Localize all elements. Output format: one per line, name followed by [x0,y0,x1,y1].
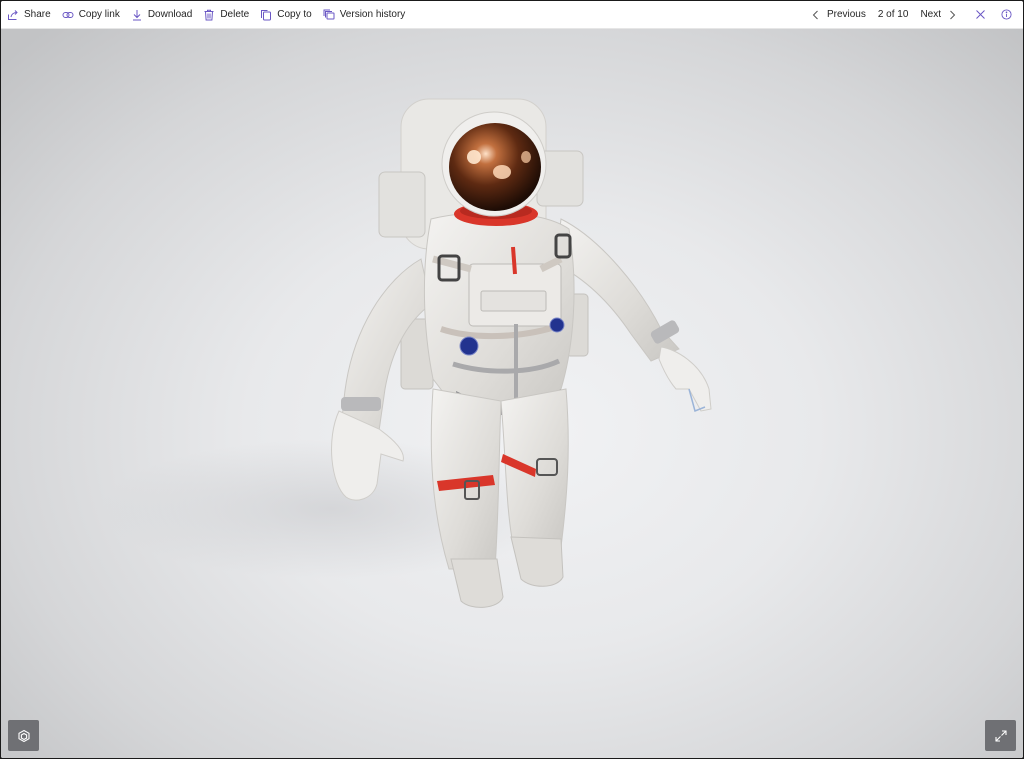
previous-label: Previous [826,9,866,20]
trash-icon [204,9,214,20]
delete-label: Delete [220,9,250,20]
download-icon [132,9,141,20]
close-button[interactable] [969,4,991,26]
copy-link-button[interactable]: Copy link [62,4,125,26]
version-history-button[interactable]: Version history [323,4,411,26]
version-history-label: Version history [339,9,406,20]
copy-to-label: Copy to [277,9,312,20]
share-button[interactable]: Share [7,4,56,26]
copy-to-button[interactable]: Copy to [260,4,316,26]
history-icon [323,9,335,19]
info-icon [1000,9,1012,20]
next-button[interactable]: Next [920,9,957,20]
delete-button[interactable]: Delete [203,4,254,26]
fullscreen-button[interactable] [985,720,1016,751]
chevron-left-icon [812,10,818,19]
share-icon [8,9,18,20]
copy-link-label: Copy link [78,9,120,20]
3d-model-viewer[interactable] [1,29,1023,758]
link-icon [62,11,74,18]
copy-icon [261,9,272,20]
info-button[interactable] [995,4,1017,26]
download-label: Download [147,9,193,20]
expand-icon [994,729,1007,742]
cube-view-icon [17,729,30,742]
viewer-toolbar: Share Copy link Download Delete Copy to … [1,1,1023,29]
toolbar-actions: Share Copy link Download Delete Copy to … [1,4,416,26]
page-counter: 2 of 10 [877,9,909,20]
next-label: Next [920,9,941,20]
previous-button[interactable]: Previous [811,9,866,20]
3d-view-button[interactable] [8,720,39,751]
share-label: Share [24,9,51,20]
file-viewer-window: Share Copy link Download Delete Copy to … [1,1,1023,758]
astronaut-model[interactable] [1,29,1023,758]
chevron-right-icon [950,10,956,19]
download-button[interactable]: Download [131,4,197,26]
toolbar-navigation: Previous 2 of 10 Next [811,4,1023,26]
close-icon [975,10,985,19]
